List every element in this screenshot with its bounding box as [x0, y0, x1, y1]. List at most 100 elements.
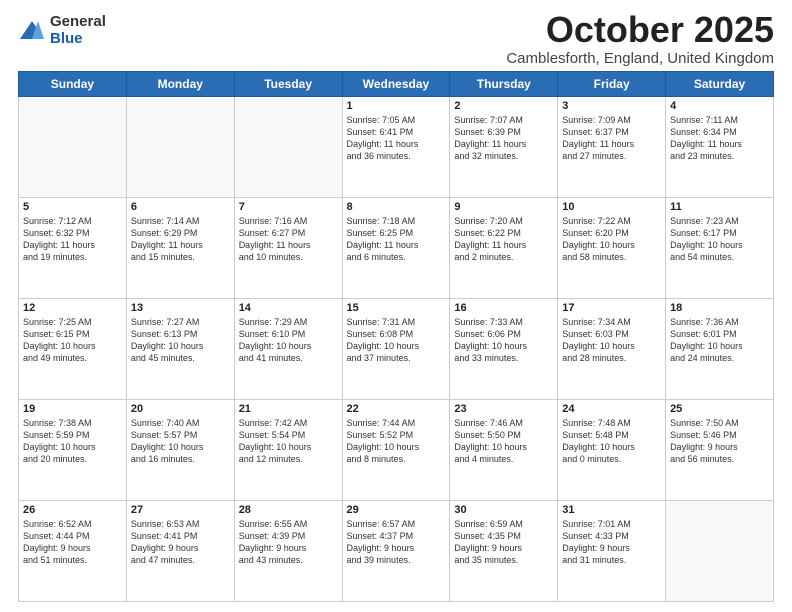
header-sunday: Sunday — [19, 71, 127, 96]
calendar-cell-w1-d5: 2 Sunrise: 7:07 AMSunset: 6:39 PMDaylight… — [450, 96, 558, 197]
calendar-cell-w2-d1: 5 Sunrise: 7:12 AMSunset: 6:32 PMDaylight… — [19, 197, 127, 298]
calendar-cell-w3-d7: 18 Sunrise: 7:36 AMSunset: 6:01 PMDayligh… — [666, 298, 774, 399]
day-info: Sunrise: 7:27 AMSunset: 6:13 PMDaylight:… — [131, 316, 230, 365]
calendar-cell-w1-d4: 1Sunrise: 7:05 AMSunset: 6:41 PMDaylight… — [342, 96, 450, 197]
day-info: Sunrise: 6:55 AMSunset: 4:39 PMDaylight:… — [239, 518, 338, 567]
month-title: October 2025 — [506, 10, 774, 50]
day-info: Sunrise: 7:34 AMSunset: 6:03 PMDaylight:… — [562, 316, 661, 365]
location: Camblesforth, England, United Kingdom — [506, 50, 774, 67]
day-info: Sunrise: 7:31 AMSunset: 6:08 PMDaylight:… — [347, 316, 446, 365]
calendar-cell-w2-d5: 9 Sunrise: 7:20 AMSunset: 6:22 PMDaylight… — [450, 197, 558, 298]
day-number: 20 — [131, 403, 230, 415]
day-number: 22 — [347, 403, 446, 415]
day-info: Sunrise: 6:59 AMSunset: 4:35 PMDaylight:… — [454, 518, 553, 567]
header-friday: Friday — [558, 71, 666, 96]
calendar-cell-w4-d6: 24 Sunrise: 7:48 AMSunset: 5:48 PMDayligh… — [558, 399, 666, 500]
logo-text: General Blue — [50, 14, 106, 47]
day-info: Sunrise: 7:33 AMSunset: 6:06 PMDaylight:… — [454, 316, 553, 365]
calendar-cell-w2-d2: 6 Sunrise: 7:14 AMSunset: 6:29 PMDaylight… — [126, 197, 234, 298]
day-info: Sunrise: 7:16 AMSunset: 6:27 PMDaylight:… — [239, 215, 338, 264]
calendar: Sunday Monday Tuesday Wednesday Thursday… — [18, 71, 774, 602]
day-info: Sunrise: 7:22 AMSunset: 6:20 PMDaylight:… — [562, 215, 661, 264]
day-info: Sunrise: 7:05 AMSunset: 6:41 PMDaylight:… — [347, 114, 446, 163]
day-info: Sunrise: 7:12 AMSunset: 6:32 PMDaylight:… — [23, 215, 122, 264]
calendar-cell-w4-d7: 25Sunrise: 7:50 AMSunset: 5:46 PMDayligh… — [666, 399, 774, 500]
day-info: Sunrise: 7:50 AMSunset: 5:46 PMDaylight:… — [670, 417, 769, 466]
day-number: 29 — [347, 504, 446, 516]
day-info: Sunrise: 7:11 AMSunset: 6:34 PMDaylight:… — [670, 114, 769, 163]
header-thursday: Thursday — [450, 71, 558, 96]
calendar-cell-w3-d1: 12Sunrise: 7:25 AMSunset: 6:15 PMDayligh… — [19, 298, 127, 399]
page: General Blue October 2025 Camblesforth, … — [0, 0, 792, 612]
day-number: 23 — [454, 403, 553, 415]
day-number: 3 — [562, 100, 661, 112]
day-number: 30 — [454, 504, 553, 516]
title-block: October 2025 Camblesforth, England, Unit… — [506, 10, 774, 67]
calendar-week-2: 5 Sunrise: 7:12 AMSunset: 6:32 PMDaylight… — [19, 197, 774, 298]
day-info: Sunrise: 7:23 AMSunset: 6:17 PMDaylight:… — [670, 215, 769, 264]
calendar-cell-w1-d6: 3 Sunrise: 7:09 AMSunset: 6:37 PMDaylight… — [558, 96, 666, 197]
logo-blue: Blue — [50, 31, 106, 48]
calendar-cell-w3-d6: 17 Sunrise: 7:34 AMSunset: 6:03 PMDayligh… — [558, 298, 666, 399]
header-monday: Monday — [126, 71, 234, 96]
day-number: 5 — [23, 201, 122, 213]
day-number: 9 — [454, 201, 553, 213]
day-info: Sunrise: 7:40 AMSunset: 5:57 PMDaylight:… — [131, 417, 230, 466]
day-info: Sunrise: 7:18 AMSunset: 6:25 PMDaylight:… — [347, 215, 446, 264]
day-info: Sunrise: 7:01 AMSunset: 4:33 PMDaylight:… — [562, 518, 661, 567]
calendar-cell-w3-d2: 13Sunrise: 7:27 AMSunset: 6:13 PMDayligh… — [126, 298, 234, 399]
day-info: Sunrise: 7:09 AMSunset: 6:37 PMDaylight:… — [562, 114, 661, 163]
header: General Blue October 2025 Camblesforth, … — [18, 10, 774, 67]
calendar-week-4: 19Sunrise: 7:38 AMSunset: 5:59 PMDayligh… — [19, 399, 774, 500]
day-number: 6 — [131, 201, 230, 213]
day-number: 16 — [454, 302, 553, 314]
day-number: 17 — [562, 302, 661, 314]
calendar-cell-w1-d2 — [126, 96, 234, 197]
weekday-header-row: Sunday Monday Tuesday Wednesday Thursday… — [19, 71, 774, 96]
day-info: Sunrise: 7:48 AMSunset: 5:48 PMDaylight:… — [562, 417, 661, 466]
calendar-cell-w3-d4: 15Sunrise: 7:31 AMSunset: 6:08 PMDayligh… — [342, 298, 450, 399]
day-number: 7 — [239, 201, 338, 213]
logo-general: General — [50, 14, 106, 31]
calendar-cell-w2-d6: 10Sunrise: 7:22 AMSunset: 6:20 PMDayligh… — [558, 197, 666, 298]
logo: General Blue — [18, 14, 106, 47]
calendar-cell-w5-d4: 29Sunrise: 6:57 AMSunset: 4:37 PMDayligh… — [342, 500, 450, 601]
day-number: 18 — [670, 302, 769, 314]
header-wednesday: Wednesday — [342, 71, 450, 96]
day-info: Sunrise: 7:25 AMSunset: 6:15 PMDaylight:… — [23, 316, 122, 365]
calendar-cell-w5-d2: 27 Sunrise: 6:53 AMSunset: 4:41 PMDayligh… — [126, 500, 234, 601]
calendar-cell-w1-d7: 4Sunrise: 7:11 AMSunset: 6:34 PMDaylight… — [666, 96, 774, 197]
calendar-cell-w5-d1: 26 Sunrise: 6:52 AMSunset: 4:44 PMDayligh… — [19, 500, 127, 601]
calendar-cell-w3-d5: 16 Sunrise: 7:33 AMSunset: 6:06 PMDayligh… — [450, 298, 558, 399]
calendar-cell-w5-d6: 31 Sunrise: 7:01 AMSunset: 4:33 PMDayligh… — [558, 500, 666, 601]
calendar-week-3: 12Sunrise: 7:25 AMSunset: 6:15 PMDayligh… — [19, 298, 774, 399]
day-number: 19 — [23, 403, 122, 415]
day-info: Sunrise: 7:20 AMSunset: 6:22 PMDaylight:… — [454, 215, 553, 264]
day-number: 2 — [454, 100, 553, 112]
header-saturday: Saturday — [666, 71, 774, 96]
day-info: Sunrise: 7:42 AMSunset: 5:54 PMDaylight:… — [239, 417, 338, 466]
day-info: Sunrise: 7:07 AMSunset: 6:39 PMDaylight:… — [454, 114, 553, 163]
calendar-cell-w2-d7: 11Sunrise: 7:23 AMSunset: 6:17 PMDayligh… — [666, 197, 774, 298]
calendar-cell-w4-d5: 23 Sunrise: 7:46 AMSunset: 5:50 PMDayligh… — [450, 399, 558, 500]
calendar-cell-w1-d3 — [234, 96, 342, 197]
day-info: Sunrise: 7:36 AMSunset: 6:01 PMDaylight:… — [670, 316, 769, 365]
day-number: 31 — [562, 504, 661, 516]
day-number: 14 — [239, 302, 338, 314]
day-number: 8 — [347, 201, 446, 213]
calendar-cell-w4-d1: 19Sunrise: 7:38 AMSunset: 5:59 PMDayligh… — [19, 399, 127, 500]
calendar-cell-w4-d4: 22Sunrise: 7:44 AMSunset: 5:52 PMDayligh… — [342, 399, 450, 500]
day-number: 26 — [23, 504, 122, 516]
day-info: Sunrise: 7:14 AMSunset: 6:29 PMDaylight:… — [131, 215, 230, 264]
day-number: 24 — [562, 403, 661, 415]
logo-icon — [18, 17, 46, 45]
calendar-cell-w1-d1 — [19, 96, 127, 197]
day-info: Sunrise: 6:52 AMSunset: 4:44 PMDaylight:… — [23, 518, 122, 567]
calendar-week-1: 1Sunrise: 7:05 AMSunset: 6:41 PMDaylight… — [19, 96, 774, 197]
day-info: Sunrise: 7:46 AMSunset: 5:50 PMDaylight:… — [454, 417, 553, 466]
calendar-cell-w4-d3: 21Sunrise: 7:42 AMSunset: 5:54 PMDayligh… — [234, 399, 342, 500]
day-number: 27 — [131, 504, 230, 516]
day-number: 28 — [239, 504, 338, 516]
day-info: Sunrise: 6:53 AMSunset: 4:41 PMDaylight:… — [131, 518, 230, 567]
calendar-cell-w4-d2: 20 Sunrise: 7:40 AMSunset: 5:57 PMDayligh… — [126, 399, 234, 500]
